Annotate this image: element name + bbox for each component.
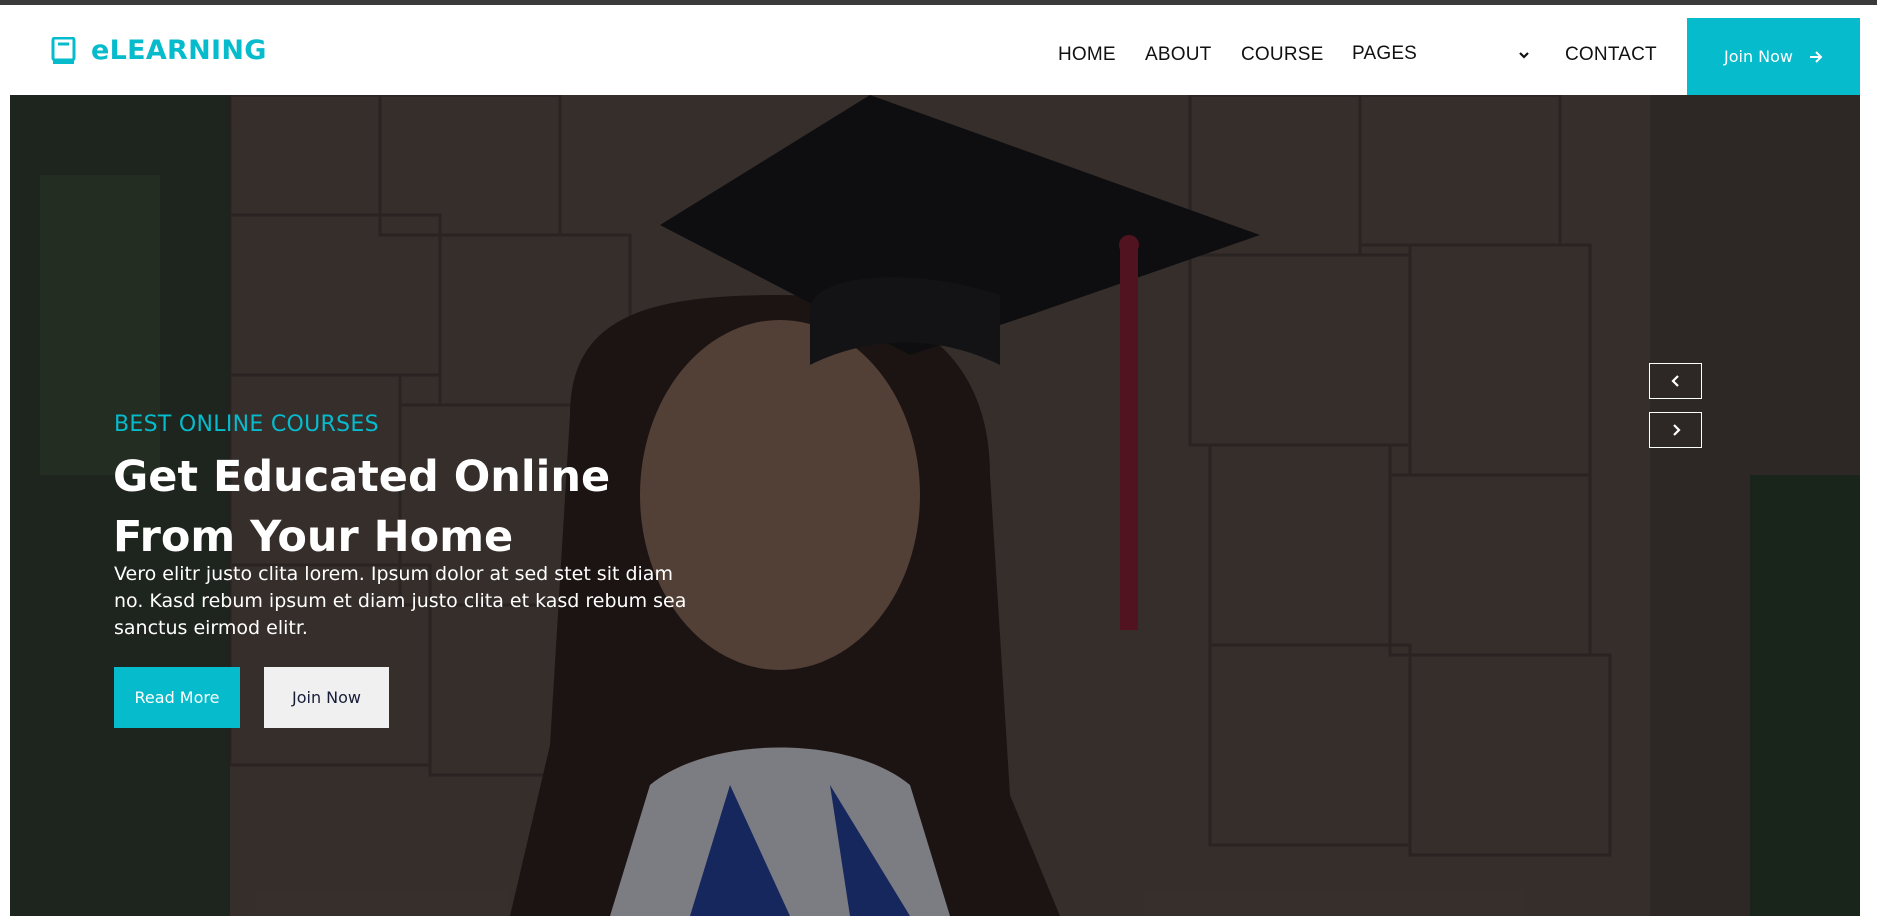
book-icon <box>51 36 76 64</box>
nav-item-about[interactable]: ABOUT <box>1145 44 1211 66</box>
brand-logo[interactable]: eLEARNING <box>51 35 267 66</box>
carousel-prev-button[interactable] <box>1649 363 1702 399</box>
chevron-down-icon[interactable] <box>1517 48 1531 62</box>
nav-item-course[interactable]: COURSE <box>1241 44 1324 66</box>
hero-subtitle: BEST ONLINE COURSES <box>114 412 379 437</box>
join-now-nav-button[interactable]: Join Now <box>1687 18 1860 95</box>
brand-name: eLEARNING <box>91 35 267 66</box>
nav-item-contact[interactable]: CONTACT <box>1565 44 1657 66</box>
read-more-button[interactable]: Read More <box>114 667 240 728</box>
chevron-right-icon <box>1672 424 1681 436</box>
join-now-hero-button[interactable]: Join Now <box>264 667 389 728</box>
nav-item-home[interactable]: HOME <box>1058 44 1116 66</box>
arrow-right-icon <box>1810 50 1823 63</box>
chevron-left-icon <box>1670 375 1679 387</box>
hero-headline-line-1: Get Educated Online <box>113 452 611 502</box>
nav-item-pages[interactable]: PAGES <box>1352 43 1417 65</box>
hero-headline: Get Educated Online From Your Home <box>113 447 813 567</box>
hero-headline-line-2: From Your Home <box>113 512 514 562</box>
hero-description: Vero elitr justo clita lorem. Ipsum dolo… <box>114 563 687 639</box>
join-now-nav-label: Join Now <box>1723 47 1794 66</box>
carousel-next-button[interactable] <box>1649 412 1702 448</box>
